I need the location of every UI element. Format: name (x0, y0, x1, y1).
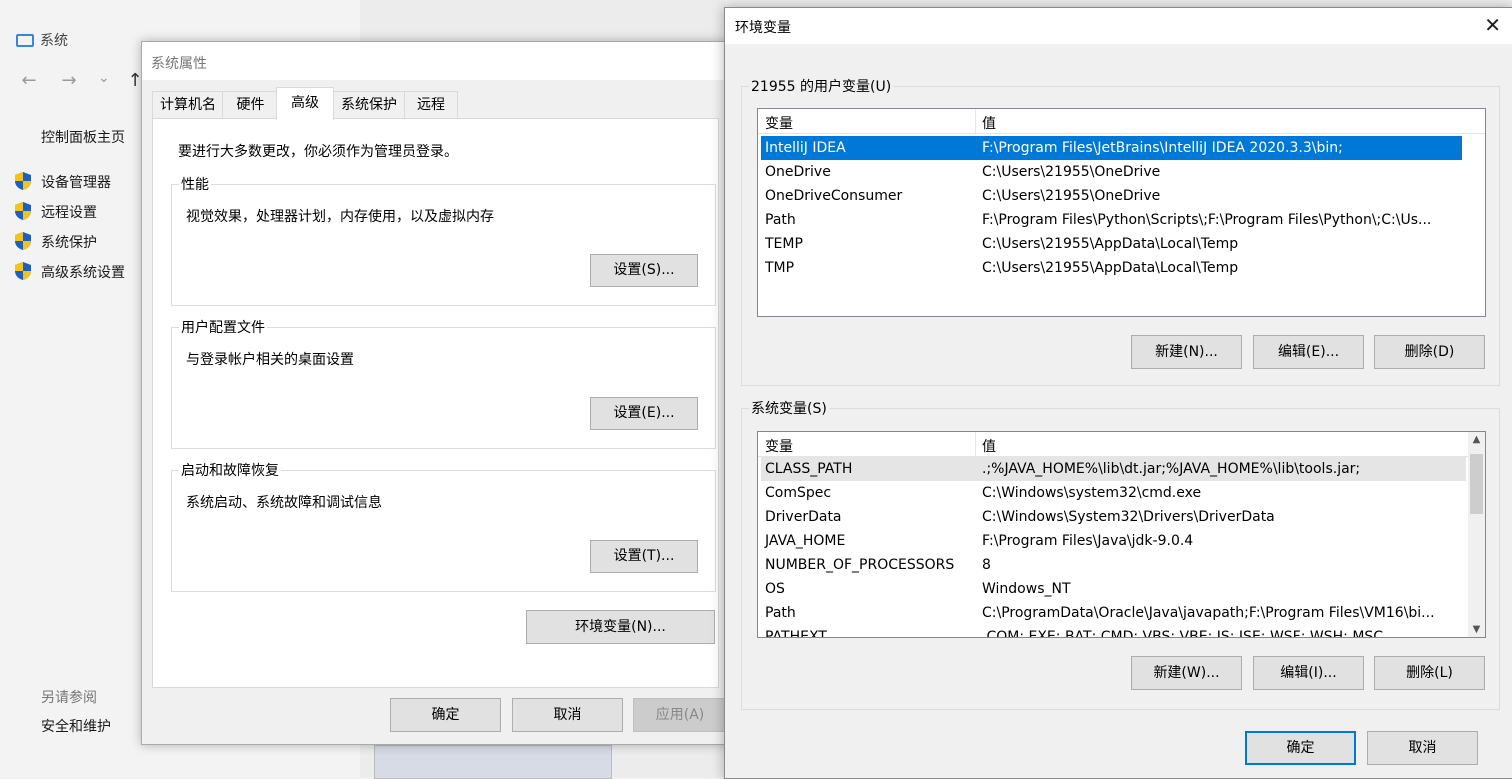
startup-recovery-group: 启动和故障恢复 系统启动、系统故障和调试信息 设置(T)... (171, 460, 716, 592)
security-maintenance-link[interactable]: 安全和维护 (41, 716, 111, 736)
performance-heading: 性能 (179, 174, 211, 194)
back-arrow-icon[interactable]: ← (18, 70, 40, 91)
user-variables-section: 21955 的用户变量(U) 变量 值 IntelliJ IDEA F:\Prog… (741, 76, 1500, 386)
list-row[interactable]: CLASS_PATH .;%JAVA_HOME%\lib\dt.jar;%JAVA… (761, 457, 1466, 481)
environment-variables-button[interactable]: 环境变量(N)... (526, 610, 715, 644)
startup-recovery-description: 系统启动、系统故障和调试信息 (186, 495, 382, 511)
tab-system-protection[interactable]: 系统保护 (332, 91, 406, 119)
system-variables-heading: 系统变量(S) (749, 398, 829, 418)
control-panel-home-link[interactable]: 控制面板主页 (41, 127, 125, 147)
apply-button[interactable]: 应用(A) (633, 698, 727, 732)
dialog-title: 环境变量 (735, 20, 791, 36)
user-new-button[interactable]: 新建(N)... (1131, 335, 1242, 369)
scroll-up-arrow-icon[interactable]: ▲ (1468, 434, 1485, 445)
list-header: 变量 值 (758, 109, 1485, 134)
list-row[interactable]: IntelliJ IDEA F:\Program Files\JetBrains\… (761, 136, 1462, 160)
performance-description: 视觉效果，处理器计划，内存使用，以及虚拟内存 (186, 209, 494, 225)
admin-note: 要进行大多数更改，你必须作为管理员登录。 (178, 144, 458, 160)
list-row[interactable]: NUMBER_OF_PROCESSORS 8 (761, 553, 1466, 577)
uac-shield-icon (15, 202, 31, 220)
startup-recovery-settings-button[interactable]: 设置(T)... (590, 540, 698, 573)
system-delete-button[interactable]: 删除(L) (1374, 656, 1485, 690)
user-profiles-description: 与登录帐户相关的桌面设置 (186, 352, 354, 368)
tab-hardware[interactable]: 硬件 (222, 91, 279, 119)
system-protection-link[interactable]: 系统保护 (41, 232, 97, 252)
vertical-scrollbar[interactable]: ▲ ▼ (1468, 432, 1485, 637)
user-variables-heading: 21955 的用户变量(U) (749, 76, 894, 96)
user-variables-list[interactable]: 变量 值 IntelliJ IDEA F:\Program Files\JetBr… (757, 108, 1486, 317)
env-cancel-button[interactable]: 取消 (1367, 731, 1478, 765)
list-row[interactable]: TEMP C:\Users\21955\AppData\Local\Temp (761, 232, 1462, 256)
system-edit-button[interactable]: 编辑(I)... (1253, 656, 1364, 690)
recent-dropdown-icon[interactable]: ⌄ (98, 70, 110, 91)
scrollbar-thumb[interactable] (1470, 454, 1483, 514)
performance-settings-button[interactable]: 设置(S)... (590, 254, 698, 287)
advanced-tab-page: 要进行大多数更改，你必须作为管理员登录。 性能 视觉效果，处理器计划，内存使用，… (152, 118, 719, 688)
list-row[interactable]: OneDriveConsumer C:\Users\21955\OneDrive (761, 184, 1462, 208)
env-vars-titlebar: 环境变量 ✕ (725, 8, 1512, 44)
background-panel (374, 745, 612, 779)
system-variables-section: 系统变量(S) 变量 值 CLASS_PATH .;%JAVA_HOME%\lib… (741, 398, 1500, 710)
system-properties-dialog: 系统属性 计算机名 硬件 高级 系统保护 远程 要进行大多数更改，你必须作为管理… (141, 41, 728, 745)
column-header-variable[interactable]: 变量 (765, 113, 793, 133)
remote-settings-link[interactable]: 远程设置 (41, 202, 97, 222)
ok-button[interactable]: 确定 (390, 698, 501, 732)
performance-group: 性能 视觉效果，处理器计划，内存使用，以及虚拟内存 设置(S)... (171, 174, 716, 306)
list-row[interactable]: Path C:\ProgramData\Oracle\Java\javapath;… (761, 601, 1466, 625)
uac-shield-icon (15, 262, 31, 280)
list-header: 变量 值 (758, 432, 1468, 457)
device-manager-link[interactable]: 设备管理器 (41, 172, 111, 192)
system-window-title: 系统 (16, 30, 68, 50)
env-ok-button[interactable]: 确定 (1245, 731, 1356, 765)
system-window-title-text: 系统 (40, 33, 68, 49)
user-profiles-settings-button[interactable]: 设置(E)... (590, 397, 698, 430)
uac-shield-icon (15, 232, 31, 250)
list-row[interactable]: DriverData C:\Windows\System32\Drivers\Dr… (761, 505, 1466, 529)
user-delete-button[interactable]: 删除(D) (1374, 335, 1485, 369)
cancel-button[interactable]: 取消 (512, 698, 623, 732)
list-row[interactable]: ComSpec C:\Windows\system32\cmd.exe (761, 481, 1466, 505)
list-row[interactable]: OneDrive C:\Users\21955\OneDrive (761, 160, 1462, 184)
see-also-heading: 另请参阅 (41, 690, 97, 706)
column-header-value[interactable]: 值 (982, 113, 996, 133)
user-profiles-group: 用户配置文件 与登录帐户相关的桌面设置 设置(E)... (171, 317, 716, 449)
startup-recovery-heading: 启动和故障恢复 (179, 460, 281, 480)
tab-remote[interactable]: 远程 (404, 91, 458, 119)
column-header-value[interactable]: 值 (982, 436, 996, 456)
list-row[interactable]: JAVA_HOME F:\Program Files\Java\jdk-9.0.4 (761, 529, 1466, 553)
system-variables-list[interactable]: 变量 值 CLASS_PATH .;%JAVA_HOME%\lib\dt.jar;… (757, 431, 1486, 638)
forward-arrow-icon[interactable]: → (58, 70, 80, 91)
monitor-icon (16, 33, 34, 47)
system-properties-titlebar: 系统属性 (142, 42, 727, 80)
list-row[interactable]: OS Windows_NT (761, 577, 1466, 601)
close-icon[interactable]: ✕ (1484, 13, 1501, 37)
environment-variables-dialog: 环境变量 ✕ 21955 的用户变量(U) 变量 值 IntelliJ IDEA… (724, 7, 1512, 779)
tab-computer-name[interactable]: 计算机名 (152, 91, 224, 119)
scroll-down-arrow-icon[interactable]: ▼ (1468, 624, 1485, 635)
advanced-system-settings-link[interactable]: 高级系统设置 (41, 262, 125, 282)
tab-advanced[interactable]: 高级 (276, 87, 334, 120)
list-row[interactable]: Path F:\Program Files\Python\Scripts\;F:\… (761, 208, 1462, 232)
system-new-button[interactable]: 新建(W)... (1131, 656, 1242, 690)
user-edit-button[interactable]: 编辑(E)... (1253, 335, 1364, 369)
nav-bar: ← → ⌄ ↑ (18, 70, 146, 91)
column-header-variable[interactable]: 变量 (765, 436, 793, 456)
list-row[interactable]: PATHEXT .COM;.EXE;.BAT;.CMD;.VBS;.VBE;.JS… (761, 625, 1466, 637)
list-row[interactable]: TMP C:\Users\21955\AppData\Local\Temp (761, 256, 1462, 280)
dialog-title: 系统属性 (151, 56, 207, 72)
user-profiles-heading: 用户配置文件 (179, 317, 267, 337)
uac-shield-icon (15, 172, 31, 190)
